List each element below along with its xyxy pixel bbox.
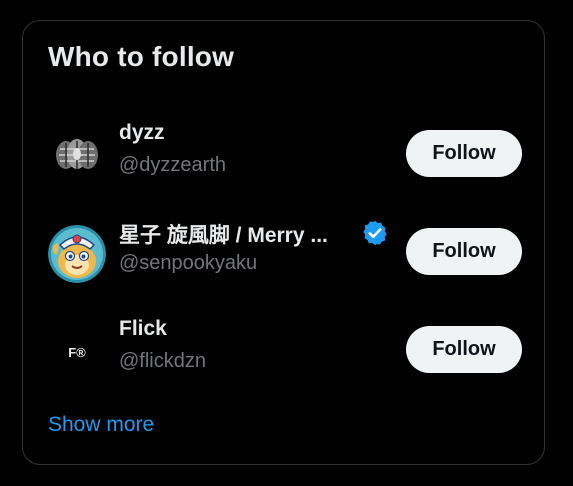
user-handle: @dyzzearth — [119, 154, 227, 176]
user-handle: @senpookyaku — [119, 252, 258, 274]
follow-button[interactable]: Follow — [406, 326, 522, 373]
user-name[interactable]: dyzz — [119, 121, 165, 145]
avatar[interactable] — [48, 225, 106, 283]
user-handle: @flickdzn — [119, 350, 206, 372]
user-name[interactable]: 星子 旋風脚 / Merry ... — [119, 219, 328, 249]
avatar[interactable]: F® — [48, 323, 106, 381]
who-to-follow-panel: Who to follow dyzz @dyzzearth Follow 星子 … — [22, 20, 545, 465]
avatar[interactable] — [48, 127, 106, 185]
follow-button[interactable]: Follow — [406, 228, 522, 275]
show-more-link[interactable]: Show more — [48, 413, 154, 437]
user-name[interactable]: Flick — [119, 317, 167, 341]
follow-button[interactable]: Follow — [406, 130, 522, 177]
verified-badge-icon — [361, 219, 389, 247]
suggestion-row-dyzz[interactable]: dyzz @dyzzearth Follow — [23, 109, 544, 207]
suggestion-row-flickdzn[interactable]: F® Flick @flickdzn Follow — [23, 305, 544, 403]
metallic-sculpture-icon — [48, 127, 106, 185]
f-logo-icon: F® — [48, 323, 106, 381]
panel-title: Who to follow — [48, 41, 235, 72]
cartoon-character-icon — [48, 225, 106, 283]
suggestion-row-senpookyaku[interactable]: 星子 旋風脚 / Merry ... @senpookyaku Follow — [23, 207, 544, 305]
